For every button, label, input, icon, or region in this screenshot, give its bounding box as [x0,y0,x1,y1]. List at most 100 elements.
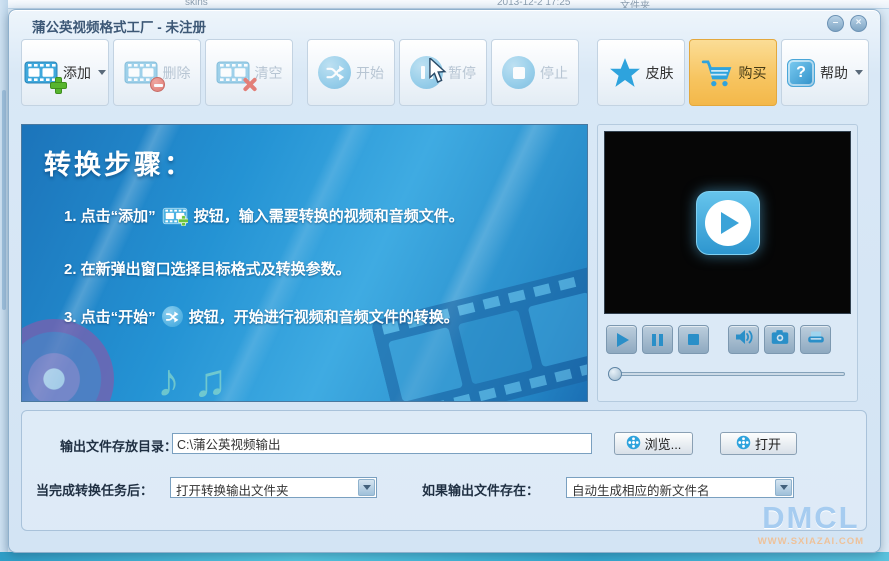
clear-button[interactable]: 清空 [205,39,293,106]
stop-label: 停止 [540,64,568,81]
file-exists-dropdown-button[interactable] [775,479,792,496]
buy-button[interactable]: 购买 [689,39,777,106]
start-button[interactable]: 开始 [307,39,395,106]
star-icon [609,57,641,88]
player-controls [606,325,831,354]
inline-add-icon [162,206,189,226]
play-logo-icon [704,199,751,246]
step-1: 1. 点击“添加” 按钮，输入需要转换的视频和音频文件。 [64,205,464,226]
help-button[interactable]: ? 帮助 [781,39,869,106]
filmstrip-add-icon [24,59,67,94]
after-task-label: 当完成转换任务后： [36,483,154,498]
file-exists-dropdown[interactable]: 自动生成相应的新文件名 [566,477,794,498]
background-window-edge [0,0,8,561]
add-button[interactable]: 添加 [21,39,109,106]
file-exists-value: 自动生成相应的新文件名 [572,484,710,498]
skin-label: 皮肤 [645,64,674,81]
chevron-down-icon [779,485,788,490]
after-task-dropdown[interactable]: 打开转换输出文件夹 [170,477,377,498]
pause-button[interactable]: 暂停 [399,39,487,106]
seek-slider[interactable] [606,367,848,382]
chevron-down-icon [362,485,371,490]
player-pause-button[interactable] [642,325,673,354]
video-preview[interactable] [604,131,851,314]
step-2-text: 2. 在新弹出窗口选择目标格式及转换参数。 [64,261,351,278]
volume-icon [733,326,755,353]
music-notes-decoration: ♪ ♫ [157,354,228,402]
steps-panel: ♪ ♫ 转换步骤： 1. 点击“添加” 按钮，输入需要转换的视频和音频文件。 2… [21,124,588,402]
player-play-button[interactable] [606,325,637,354]
window-controls: – × [827,15,867,32]
seek-track [609,372,845,376]
background-file-type: 文件夹 [620,1,650,9]
pause-label: 暂停 [448,64,476,81]
step-3-text-post: 按钮，开始进行视频和音频文件的转换。 [188,309,459,326]
pause-icon [410,56,443,89]
output-dir-label: 输出文件存放目录： [60,439,178,454]
minimize-button[interactable]: – [827,15,844,32]
player-eject-button[interactable] [800,325,831,354]
background-explorer-row: skins 2013-12-2 17:25 文件夹 [0,0,889,9]
browse-label: 浏览... [644,437,682,452]
step-1-text-pre: 1. 点击“添加” [64,208,156,225]
camera-icon [769,326,791,353]
seek-knob[interactable] [608,367,622,381]
delete-button[interactable]: 删除 [113,39,201,106]
pause-bars-icon [652,333,663,346]
skin-button[interactable]: 皮肤 [597,39,685,106]
step-2: 2. 在新弹出窗口选择目标格式及转换参数。 [64,258,351,279]
watermark: DMCL WWW.SXIAZAI.COM [758,500,864,547]
step-3-text-pre: 3. 点击“开始” [64,309,156,326]
close-icon: × [855,17,862,28]
stop-square-icon [688,334,699,345]
browse-reel-icon [626,435,641,453]
eject-tray-icon [805,326,827,353]
file-exists-label: 如果输出文件存在： [422,483,540,498]
clear-label: 清空 [254,64,283,81]
after-task-value: 打开转换输出文件夹 [176,484,289,498]
minus-badge-icon [149,77,165,92]
cart-icon [700,58,734,88]
browse-button[interactable]: 浏览... [614,432,693,455]
step-1-text-post: 按钮，输入需要转换的视频和音频文件。 [193,208,464,225]
player-volume-button[interactable] [728,325,759,354]
preview-panel [597,124,858,402]
stop-icon [502,56,535,89]
step-3: 3. 点击“开始” 按钮，开始进行视频和音频文件的转换。 [64,306,459,327]
start-shuffle-icon [318,56,351,89]
minimize-icon: – [832,17,839,28]
window-title: 蒲公英视频格式工厂 - 未注册 [32,20,206,35]
background-file-date: 2013-12-2 17:25 [497,0,571,8]
close-button[interactable]: × [850,15,867,32]
inline-start-icon [161,306,183,327]
filmstrip-clear-icon [216,59,250,86]
after-task-dropdown-button[interactable] [358,479,375,496]
steps-title: 转换步骤： [44,150,194,180]
app-window: 蒲公英视频格式工厂 - 未注册 – × 添加 删除 清空 开始 暂停 停止 皮肤… [8,9,881,553]
add-caret-icon [98,70,106,75]
background-bottom-strip [0,552,889,561]
add-label: 添加 [63,64,91,81]
help-label: 帮助 [820,64,848,81]
watermark-site: WWW.SXIAZAI.COM [757,536,864,547]
buy-label: 购买 [738,64,767,81]
title-bar[interactable]: 蒲公英视频格式工厂 - 未注册 – × [9,10,880,37]
stop-button[interactable]: 停止 [491,39,579,106]
help-qmark: ? [796,63,806,81]
delete-label: 删除 [162,64,191,81]
open-reel-icon [736,435,751,453]
open-button[interactable]: 打开 [720,432,797,455]
player-stop-button[interactable] [678,325,709,354]
plus-badge-icon [50,77,67,94]
toolbar: 添加 删除 清空 开始 暂停 停止 皮肤 购买 ? 帮助 [21,39,869,106]
player-snapshot-button[interactable] [764,325,795,354]
player-logo [695,190,760,255]
open-label: 打开 [754,437,781,452]
background-file-name: skins [185,0,208,8]
output-settings-panel: 输出文件存放目录： 浏览... [21,410,867,531]
watermark-logo: DMCL [762,500,860,535]
x-badge-icon [242,77,257,92]
output-dir-input[interactable] [172,433,592,454]
help-caret-icon [855,70,863,75]
start-label: 开始 [356,64,384,81]
